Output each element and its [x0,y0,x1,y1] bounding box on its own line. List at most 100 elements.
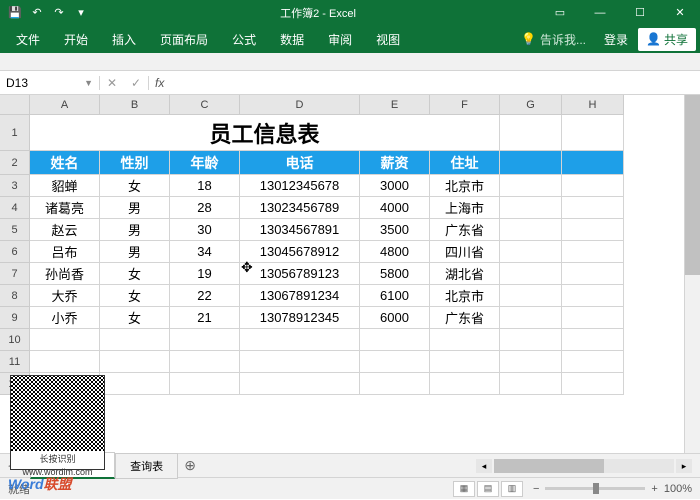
qat-dropdown-icon[interactable]: ▾ [72,4,90,22]
row-header[interactable]: 7 [0,263,30,285]
cell[interactable]: 4800 [360,241,430,263]
row-header[interactable]: 8 [0,285,30,307]
add-sheet-button[interactable]: ⊕ [178,457,202,474]
row-header[interactable]: 1 [0,115,30,151]
redo-icon[interactable]: ↷ [50,4,68,22]
cell[interactable]: 28 [170,197,240,219]
cell[interactable] [430,373,500,395]
tab-file[interactable]: 文件 [4,25,52,54]
cell[interactable]: 诸葛亮 [30,197,100,219]
hscroll-thumb[interactable] [494,459,604,473]
cell[interactable]: 吕布 [30,241,100,263]
cell[interactable]: 13012345678 [240,175,360,197]
cell[interactable] [360,351,430,373]
cell[interactable] [500,307,562,329]
tab-formula[interactable]: 公式 [220,25,268,54]
cell[interactable]: 大乔 [30,285,100,307]
row-header[interactable]: 10 [0,329,30,351]
cell[interactable] [360,373,430,395]
cell[interactable] [500,151,562,175]
confirm-formula-icon[interactable]: ✓ [124,76,148,90]
cell[interactable] [500,115,562,151]
ribbon-options-icon[interactable]: ▭ [540,0,580,25]
col-header[interactable]: G [500,95,562,115]
cell[interactable]: 13045678912 [240,241,360,263]
cell[interactable]: 3000 [360,175,430,197]
cell[interactable]: 13056789123 [240,263,360,285]
cell[interactable] [562,241,624,263]
cells[interactable]: 员工信息表姓名性别年龄电话薪资住址貂蝉女18130123456783000北京市… [30,115,624,395]
name-box[interactable]: D13▼ [0,76,100,90]
scroll-thumb[interactable] [685,95,700,275]
scroll-right-icon[interactable]: ▸ [676,459,692,473]
zoom-out-icon[interactable]: − [533,483,539,495]
row-header[interactable]: 4 [0,197,30,219]
cell[interactable]: 30 [170,219,240,241]
cell[interactable] [562,197,624,219]
page-break-view-icon[interactable]: ▥ [501,481,523,497]
page-layout-view-icon[interactable]: ▤ [477,481,499,497]
cell[interactable]: 小乔 [30,307,100,329]
horizontal-scrollbar[interactable]: ◂ ▸ [202,459,700,473]
cell[interactable]: 18 [170,175,240,197]
tab-data[interactable]: 数据 [268,25,316,54]
cell[interactable]: 5800 [360,263,430,285]
cell[interactable] [100,329,170,351]
cell[interactable]: 女 [100,285,170,307]
fx-label[interactable]: fx [149,76,170,90]
cell[interactable]: 男 [100,241,170,263]
cell[interactable] [562,263,624,285]
select-all-corner[interactable] [0,95,30,115]
cell[interactable] [562,373,624,395]
cell[interactable] [360,329,430,351]
col-header[interactable]: A [30,95,100,115]
cell[interactable]: 姓名 [30,151,100,175]
cell[interactable] [500,285,562,307]
cell[interactable]: 北京市 [430,285,500,307]
cell[interactable]: 湖北省 [430,263,500,285]
cell[interactable] [500,263,562,285]
cell[interactable] [562,115,624,151]
cell[interactable]: 赵云 [30,219,100,241]
cell[interactable]: 6000 [360,307,430,329]
login-button[interactable]: 登录 [594,31,638,48]
cell[interactable] [30,329,100,351]
cell[interactable] [562,329,624,351]
cell[interactable]: 孙尚香 [30,263,100,285]
col-header[interactable]: B [100,95,170,115]
formula-input[interactable] [170,76,700,90]
zoom-in-icon[interactable]: + [651,483,657,495]
cell[interactable]: 广东省 [430,307,500,329]
cell[interactable]: 34 [170,241,240,263]
cell[interactable]: 4000 [360,197,430,219]
cell[interactable] [562,351,624,373]
col-header[interactable]: H [562,95,624,115]
cell[interactable]: 21 [170,307,240,329]
chevron-down-icon[interactable]: ▼ [84,78,93,88]
cell[interactable]: 女 [100,307,170,329]
cell[interactable]: 员工信息表 [30,115,500,151]
cancel-formula-icon[interactable]: ✕ [100,76,124,90]
tab-view[interactable]: 视图 [364,25,412,54]
cell[interactable] [240,329,360,351]
zoom-slider[interactable] [545,487,645,490]
row-header[interactable]: 9 [0,307,30,329]
cell[interactable]: 13023456789 [240,197,360,219]
cell[interactable] [500,175,562,197]
cell[interactable]: 男 [100,197,170,219]
tab-insert[interactable]: 插入 [100,25,148,54]
row-header[interactable]: 2 [0,151,30,175]
tab-layout[interactable]: 页面布局 [148,25,220,54]
save-icon[interactable]: 💾 [6,4,24,22]
cell[interactable] [562,219,624,241]
row-header[interactable]: 5 [0,219,30,241]
col-header[interactable]: F [430,95,500,115]
cell[interactable]: 性别 [100,151,170,175]
cell[interactable]: 貂蝉 [30,175,100,197]
vertical-scrollbar[interactable] [684,95,700,453]
undo-icon[interactable]: ↶ [28,4,46,22]
cell[interactable] [500,351,562,373]
cell[interactable] [240,351,360,373]
cell[interactable]: 6100 [360,285,430,307]
cell[interactable]: 19 [170,263,240,285]
